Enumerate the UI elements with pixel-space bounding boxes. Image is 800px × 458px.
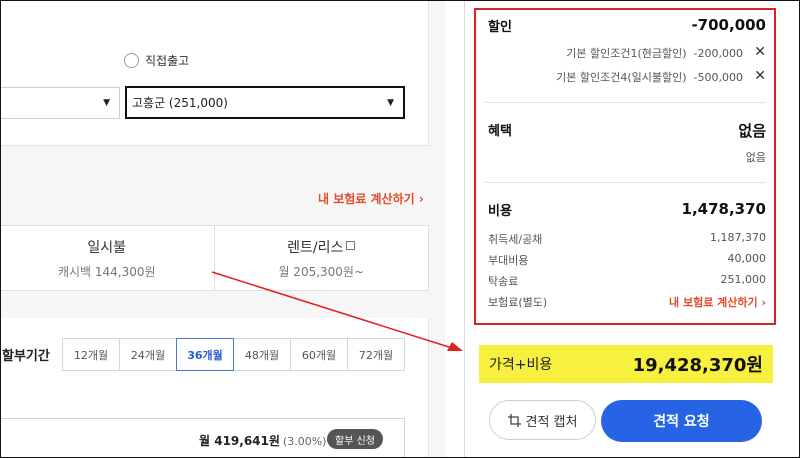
discount-item: 기본 할인조건4(일시불할인) -500,000 ✕ [488,69,766,85]
total-bar: 가격+비용 19,428,370원 [479,345,773,383]
payment-option-lumpsum[interactable]: 일시불 캐시백 144,300원 [0,226,214,290]
cost-item: 보험료(별도) 내 보험료 계산하기 › [488,294,766,310]
divider [484,102,766,103]
tab-72-months[interactable]: 72개월 [347,338,405,371]
installment-apply-button[interactable]: 할부 신청 [327,429,383,449]
payment-option-title: 일시불 [87,239,127,256]
close-icon[interactable]: ✕ [754,45,766,59]
payment-option-title-wrap: 렌트/리스 [287,237,356,257]
tab-48-months[interactable]: 48개월 [233,338,291,371]
payment-option-title: 렌트/리스 [287,239,344,256]
benefit-sub-row: 없음 [488,149,766,165]
tab-36-months[interactable]: 36개월 [176,338,234,371]
monthly-amount: 월 419,641원 (3.00%) [199,432,326,449]
tab-12-months[interactable]: 12개월 [62,338,120,371]
payment-option-rent-lease[interactable]: 렌트/리스 월 205,300원~ [213,226,429,290]
installment-tabs: 12개월 24개월 36개월 48개월 60개월 72개월 [62,338,405,371]
discount-item: 기본 할인조건1(현금할인) -200,000 ✕ [488,45,766,61]
district-select[interactable]: 고흥군 (251,000) ▼ [125,86,405,119]
crop-icon [507,413,521,427]
caret-down-icon: ▼ [103,98,110,108]
tab-24-months[interactable]: 24개월 [119,338,177,371]
installment-label: 할부기간 [2,349,50,364]
district-select-value: 고흥군 (251,000) [132,96,228,110]
discount-item-value: -500,000 [693,71,743,84]
discount-item-text: 기본 할인조건4(일시불할인) -500,000 [556,69,743,85]
insurance-calc-link[interactable]: 내 보험료 계산하기 › [318,190,424,207]
cost-item-value: 1,187,370 [710,231,766,244]
total-label: 가격+비용 [489,357,553,373]
copy-icon [346,241,356,250]
radio-circle-icon [124,53,139,68]
region-select[interactable]: ▼ [0,87,120,119]
cost-title: 비용 [488,204,512,219]
monthly-rate: (3.00%) [282,435,327,448]
radio-label: 직접출고 [145,54,190,68]
cost-item: 부대비용 40,000 [488,252,766,268]
cost-item-label: 부대비용 [488,254,529,267]
tab-60-months[interactable]: 60개월 [290,338,348,371]
payment-option-sub: 캐시백 144,300원 [57,264,156,279]
cost-item: 탁송료 251,000 [488,273,766,289]
delivery-card [0,0,429,146]
discount-item-label: 기본 할인조건4(일시불할인) [556,71,687,84]
payment-option-sub: 월 205,300원~ [278,264,365,279]
divider [484,182,766,183]
total-value: 19,428,370원 [632,355,763,376]
payment-options: 일시불 캐시백 144,300원 렌트/리스 월 205,300원~ [0,225,429,291]
close-icon[interactable]: ✕ [754,69,766,83]
insurance-calc-link-right[interactable]: 내 보험료 계산하기 › [669,294,766,310]
cost-item-label: 보험료(별도) [488,296,548,309]
discount-item-value: -200,000 [693,47,743,60]
discount-item-label: 기본 할인조건1(현금할인) [566,47,687,60]
capture-button[interactable]: 견적 캡처 [489,400,596,440]
cost-item-value: 40,000 [727,252,767,265]
caret-down-icon: ▼ [387,97,394,108]
benefit-row: 혜택 없음 [488,120,766,140]
cost-item: 취득세/공채 1,187,370 [488,231,766,247]
cost-item-label: 취득세/공채 [488,233,543,246]
benefit-sub: 없음 [745,151,766,164]
discount-item-text: 기본 할인조건1(현금할인) -200,000 [566,45,743,61]
discount-value: -700,000 [691,16,766,34]
request-quote-button[interactable]: 견적 요청 [601,400,762,442]
cost-item-label: 탁송료 [488,275,519,288]
cost-item-value: 251,000 [720,273,767,286]
capture-button-label: 견적 캡처 [525,414,578,430]
cost-value: 1,478,370 [681,200,766,218]
discount-row: 할인 -700,000 [488,16,766,35]
monthly-amount-value: 월 419,641원 [199,434,280,448]
benefit-value: 없음 [738,122,766,140]
discount-title: 할인 [488,20,512,35]
benefit-title: 혜택 [488,124,512,139]
cost-row: 비용 1,478,370 [488,200,766,219]
direct-delivery-radio[interactable]: 직접출고 [124,52,189,69]
